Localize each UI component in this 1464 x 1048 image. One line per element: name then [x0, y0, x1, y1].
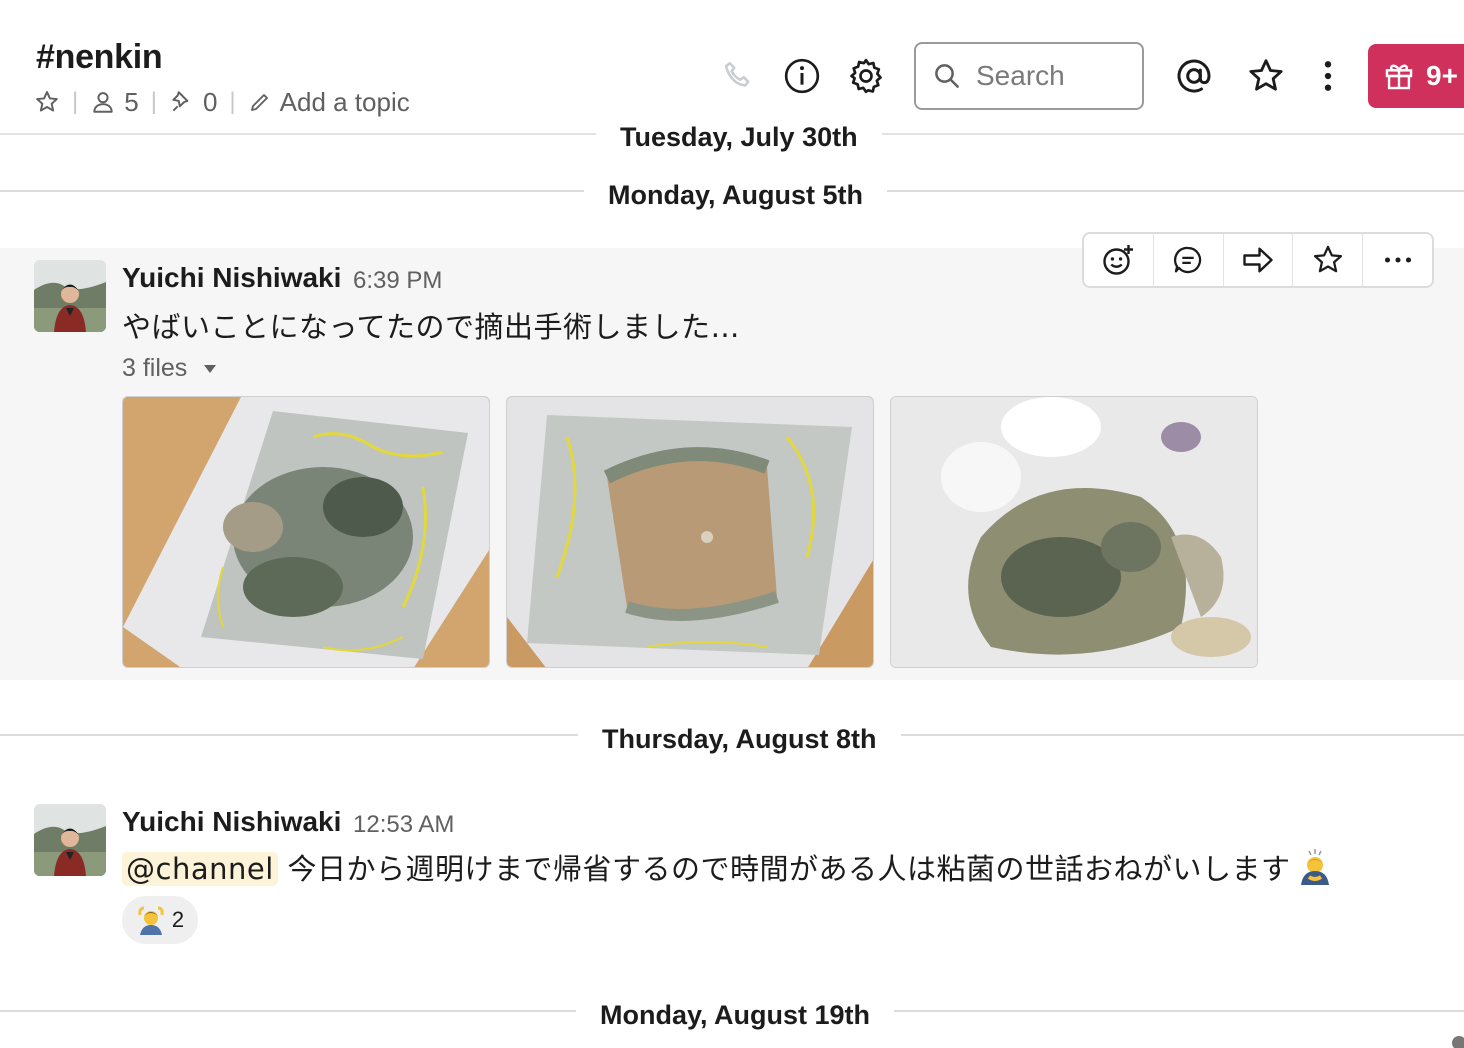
date-divider[interactable]: Monday, August 19th: [576, 1000, 894, 1031]
phone-icon: [724, 61, 750, 87]
avatar-photo: [34, 804, 106, 876]
meta-separator: |: [72, 88, 79, 115]
bowing-person-emoji-icon: [1300, 849, 1329, 885]
info-icon: [784, 58, 820, 94]
message-author[interactable]: Yuichi Nishiwaki: [122, 262, 341, 294]
image-extracted-mold: [891, 397, 1257, 667]
pencil-icon: [250, 94, 268, 111]
person-gesturing-ok-emoji-icon: [138, 906, 164, 935]
date-divider[interactable]: Tuesday, July 30th: [596, 122, 882, 153]
thread-icon: [1174, 246, 1202, 274]
reaction-count: 2: [171, 907, 185, 932]
files-toggle[interactable]: 3 files: [122, 354, 217, 383]
meta-separator: |: [229, 88, 236, 115]
search-input[interactable]: [976, 60, 1126, 92]
date-divider[interactable]: Monday, August 5th: [584, 180, 887, 211]
meta-separator: |: [150, 88, 157, 115]
star-message-button[interactable]: [1293, 234, 1364, 286]
gift-badge-count: 9+: [1426, 60, 1458, 91]
add-reaction-icon: [1103, 245, 1134, 275]
avatar-photo: [34, 260, 106, 332]
pin-icon: [172, 91, 189, 112]
message-actions-toolbar: [1082, 232, 1434, 288]
reaction-pill[interactable]: 2: [122, 896, 198, 944]
whats-new-button[interactable]: 9+: [1368, 44, 1464, 108]
avatar[interactable]: [34, 804, 106, 876]
star-icon: [36, 91, 58, 112]
channel-meta: | 5 | 0 | Add a topic: [34, 86, 410, 118]
channel-header: #nenkin | 5 | 0 | Add a topic Search 9+: [0, 0, 1464, 135]
more-icon: [1384, 257, 1411, 263]
share-icon: [1243, 247, 1273, 273]
more-menu-button[interactable]: [1306, 54, 1350, 98]
message-timestamp[interactable]: 12:53 AM: [353, 811, 454, 839]
caret-down-icon: [204, 364, 217, 373]
scrollbar-thumb[interactable]: [1452, 1036, 1464, 1048]
starred-items-button[interactable]: [1244, 54, 1288, 98]
files-count-label: 3 files: [122, 354, 188, 382]
image-slime-mold-removed: [507, 397, 873, 667]
message-text-container: @channel 今日から週明けまで帰省するので時間がある人は粘菌の世話おねがい…: [122, 846, 1335, 888]
search-icon: [935, 64, 959, 88]
file-thumbnail[interactable]: [890, 396, 1258, 668]
add-reaction-button[interactable]: [1084, 234, 1154, 286]
image-slime-mold-container: [123, 397, 489, 667]
message-timestamp[interactable]: 6:39 PM: [353, 267, 442, 295]
search-box[interactable]: [914, 42, 1144, 110]
mentions-button[interactable]: [1172, 54, 1216, 98]
file-thumbnail[interactable]: [506, 396, 874, 668]
gear-icon: [850, 58, 882, 94]
settings-button[interactable]: [844, 54, 888, 98]
gift-icon: [1385, 64, 1413, 90]
channel-name[interactable]: #nenkin: [36, 38, 163, 77]
members-button[interactable]: 5: [90, 86, 139, 118]
star-channel-button[interactable]: [34, 89, 60, 115]
channel-details-button[interactable]: [780, 54, 824, 98]
at-icon: [1177, 59, 1211, 93]
channel-mention[interactable]: @channel: [122, 852, 278, 886]
members-count: 5: [124, 86, 139, 117]
kebab-icon: [1324, 61, 1332, 91]
message-author[interactable]: Yuichi Nishiwaki: [122, 806, 341, 838]
add-topic-label: Add a topic: [279, 86, 410, 117]
message-text: 今日から週明けまで帰省するので時間がある人は粘菌の世話おねがいします: [277, 852, 1291, 886]
date-divider[interactable]: Thursday, August 8th: [578, 724, 901, 755]
more-actions-button[interactable]: [1363, 234, 1432, 286]
avatar[interactable]: [34, 260, 106, 332]
message-text: やばいことになってたので摘出手術しました…: [122, 310, 741, 344]
person-icon: [93, 92, 113, 113]
star-icon: [1313, 245, 1342, 273]
pins-count: 0: [202, 86, 218, 117]
start-thread-button[interactable]: [1154, 234, 1224, 286]
share-message-button[interactable]: [1224, 234, 1294, 286]
pins-button[interactable]: 0: [169, 87, 217, 118]
call-button[interactable]: [716, 54, 760, 98]
file-thumbnail[interactable]: [122, 396, 490, 668]
star-icon: [1249, 59, 1283, 91]
add-topic-button[interactable]: Add a topic: [248, 87, 410, 118]
